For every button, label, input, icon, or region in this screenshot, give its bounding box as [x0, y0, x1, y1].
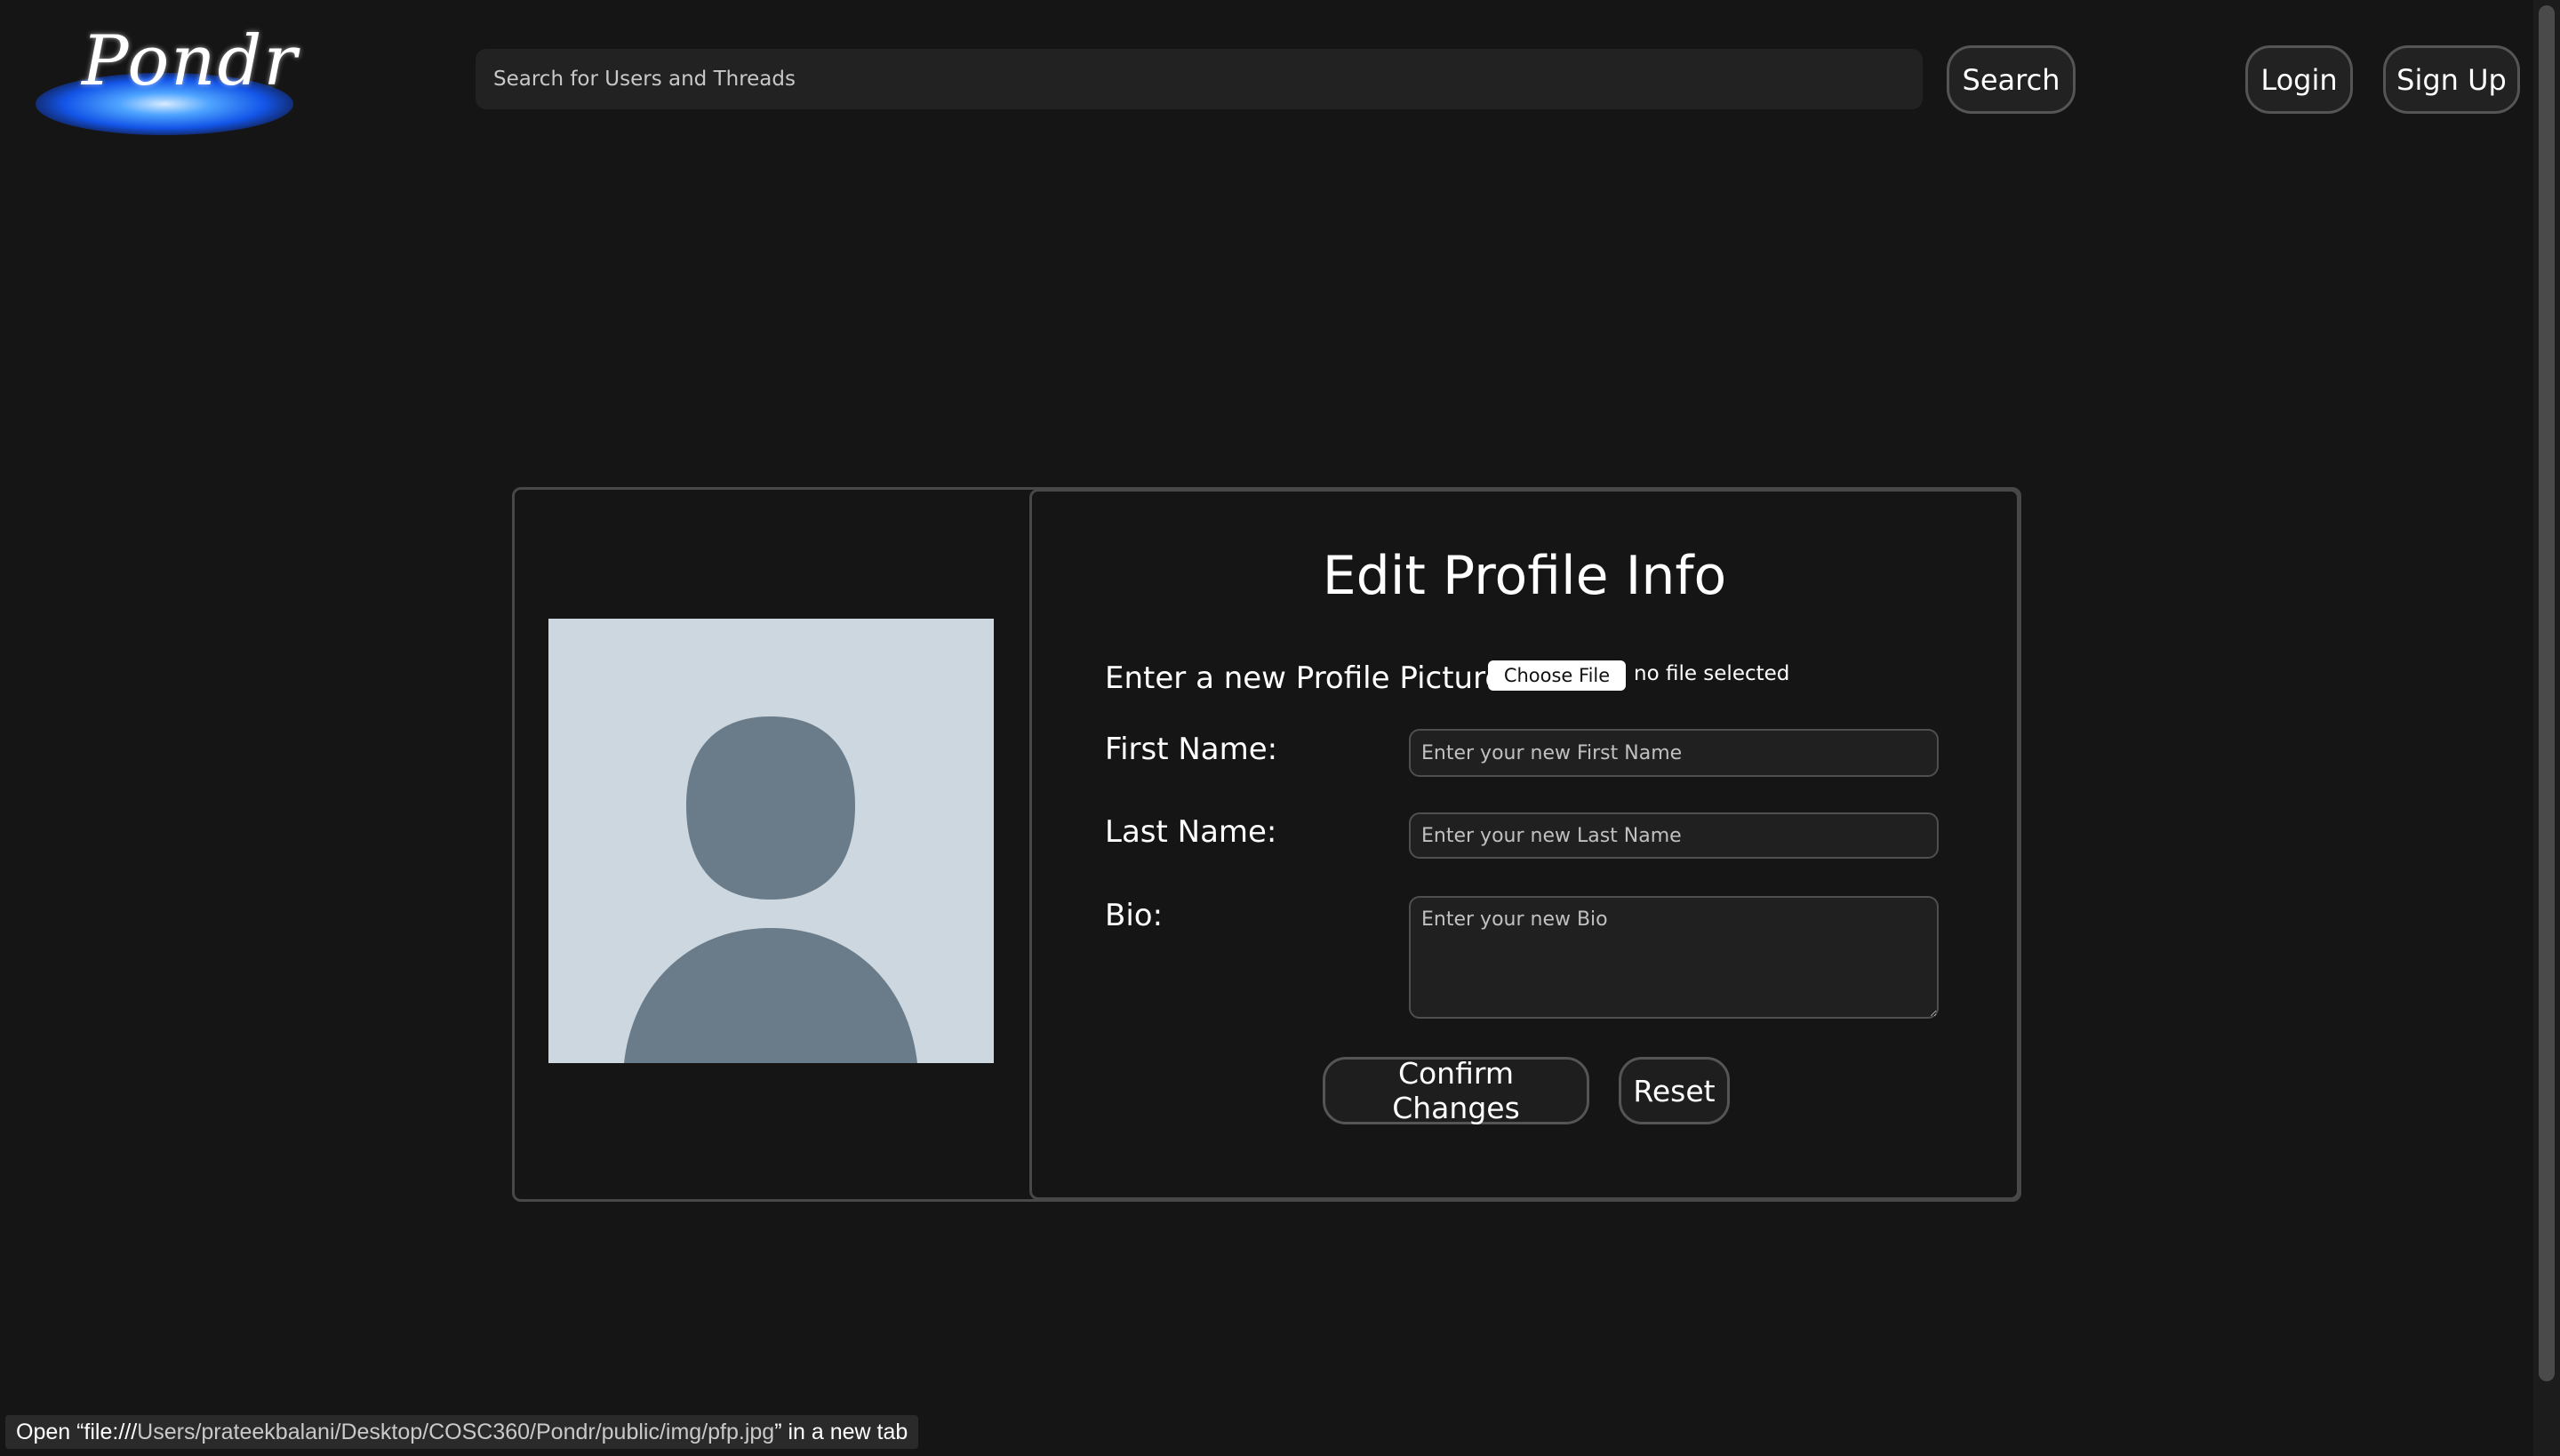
choose-file-button[interactable]: Choose File [1488, 660, 1626, 691]
form-title: Edit Profile Info [1322, 545, 1727, 607]
pondr-logo[interactable]: Pondr [36, 20, 297, 135]
status-suffix: ” in a new tab [774, 1420, 908, 1444]
bio-label: Bio: [1105, 898, 1164, 933]
reset-button[interactable]: Reset [1619, 1057, 1730, 1124]
navbar: Pondr Search Login Sign Up [0, 0, 2533, 156]
page-scrollbar[interactable] [2533, 0, 2560, 1456]
file-status-text: no file selected [1634, 662, 1790, 685]
first-name-label: First Name: [1105, 732, 1278, 767]
bio-field[interactable] [1409, 896, 1939, 1019]
search-button[interactable]: Search [1947, 45, 2076, 114]
search-input[interactable] [476, 49, 1923, 109]
confirm-changes-button[interactable]: Confirm Changes [1323, 1056, 1589, 1125]
sign-up-button[interactable]: Sign Up [2383, 45, 2520, 114]
status-prefix: Open “file:/// [16, 1420, 138, 1444]
last-name-label: Last Name: [1105, 814, 1277, 850]
user-silhouette-icon [624, 716, 917, 1063]
first-name-field[interactable] [1409, 729, 1939, 777]
link-status-bar: Open “file:///Users/prateekbalani/Deskto… [5, 1415, 919, 1449]
profile-picture-label: Enter a new Profile Picture: [1105, 660, 1514, 696]
last-name-field[interactable] [1409, 812, 1939, 859]
logo-text: Pondr [82, 21, 299, 101]
scrollbar-thumb[interactable] [2539, 5, 2555, 1381]
login-button[interactable]: Login [2245, 45, 2353, 114]
profile-picture[interactable] [548, 619, 994, 1063]
status-path: Users/prateekbalani/Desktop/COSC360/Pond… [137, 1420, 775, 1444]
edit-profile-form: Edit Profile Info Enter a new Profile Pi… [1029, 489, 2020, 1200]
